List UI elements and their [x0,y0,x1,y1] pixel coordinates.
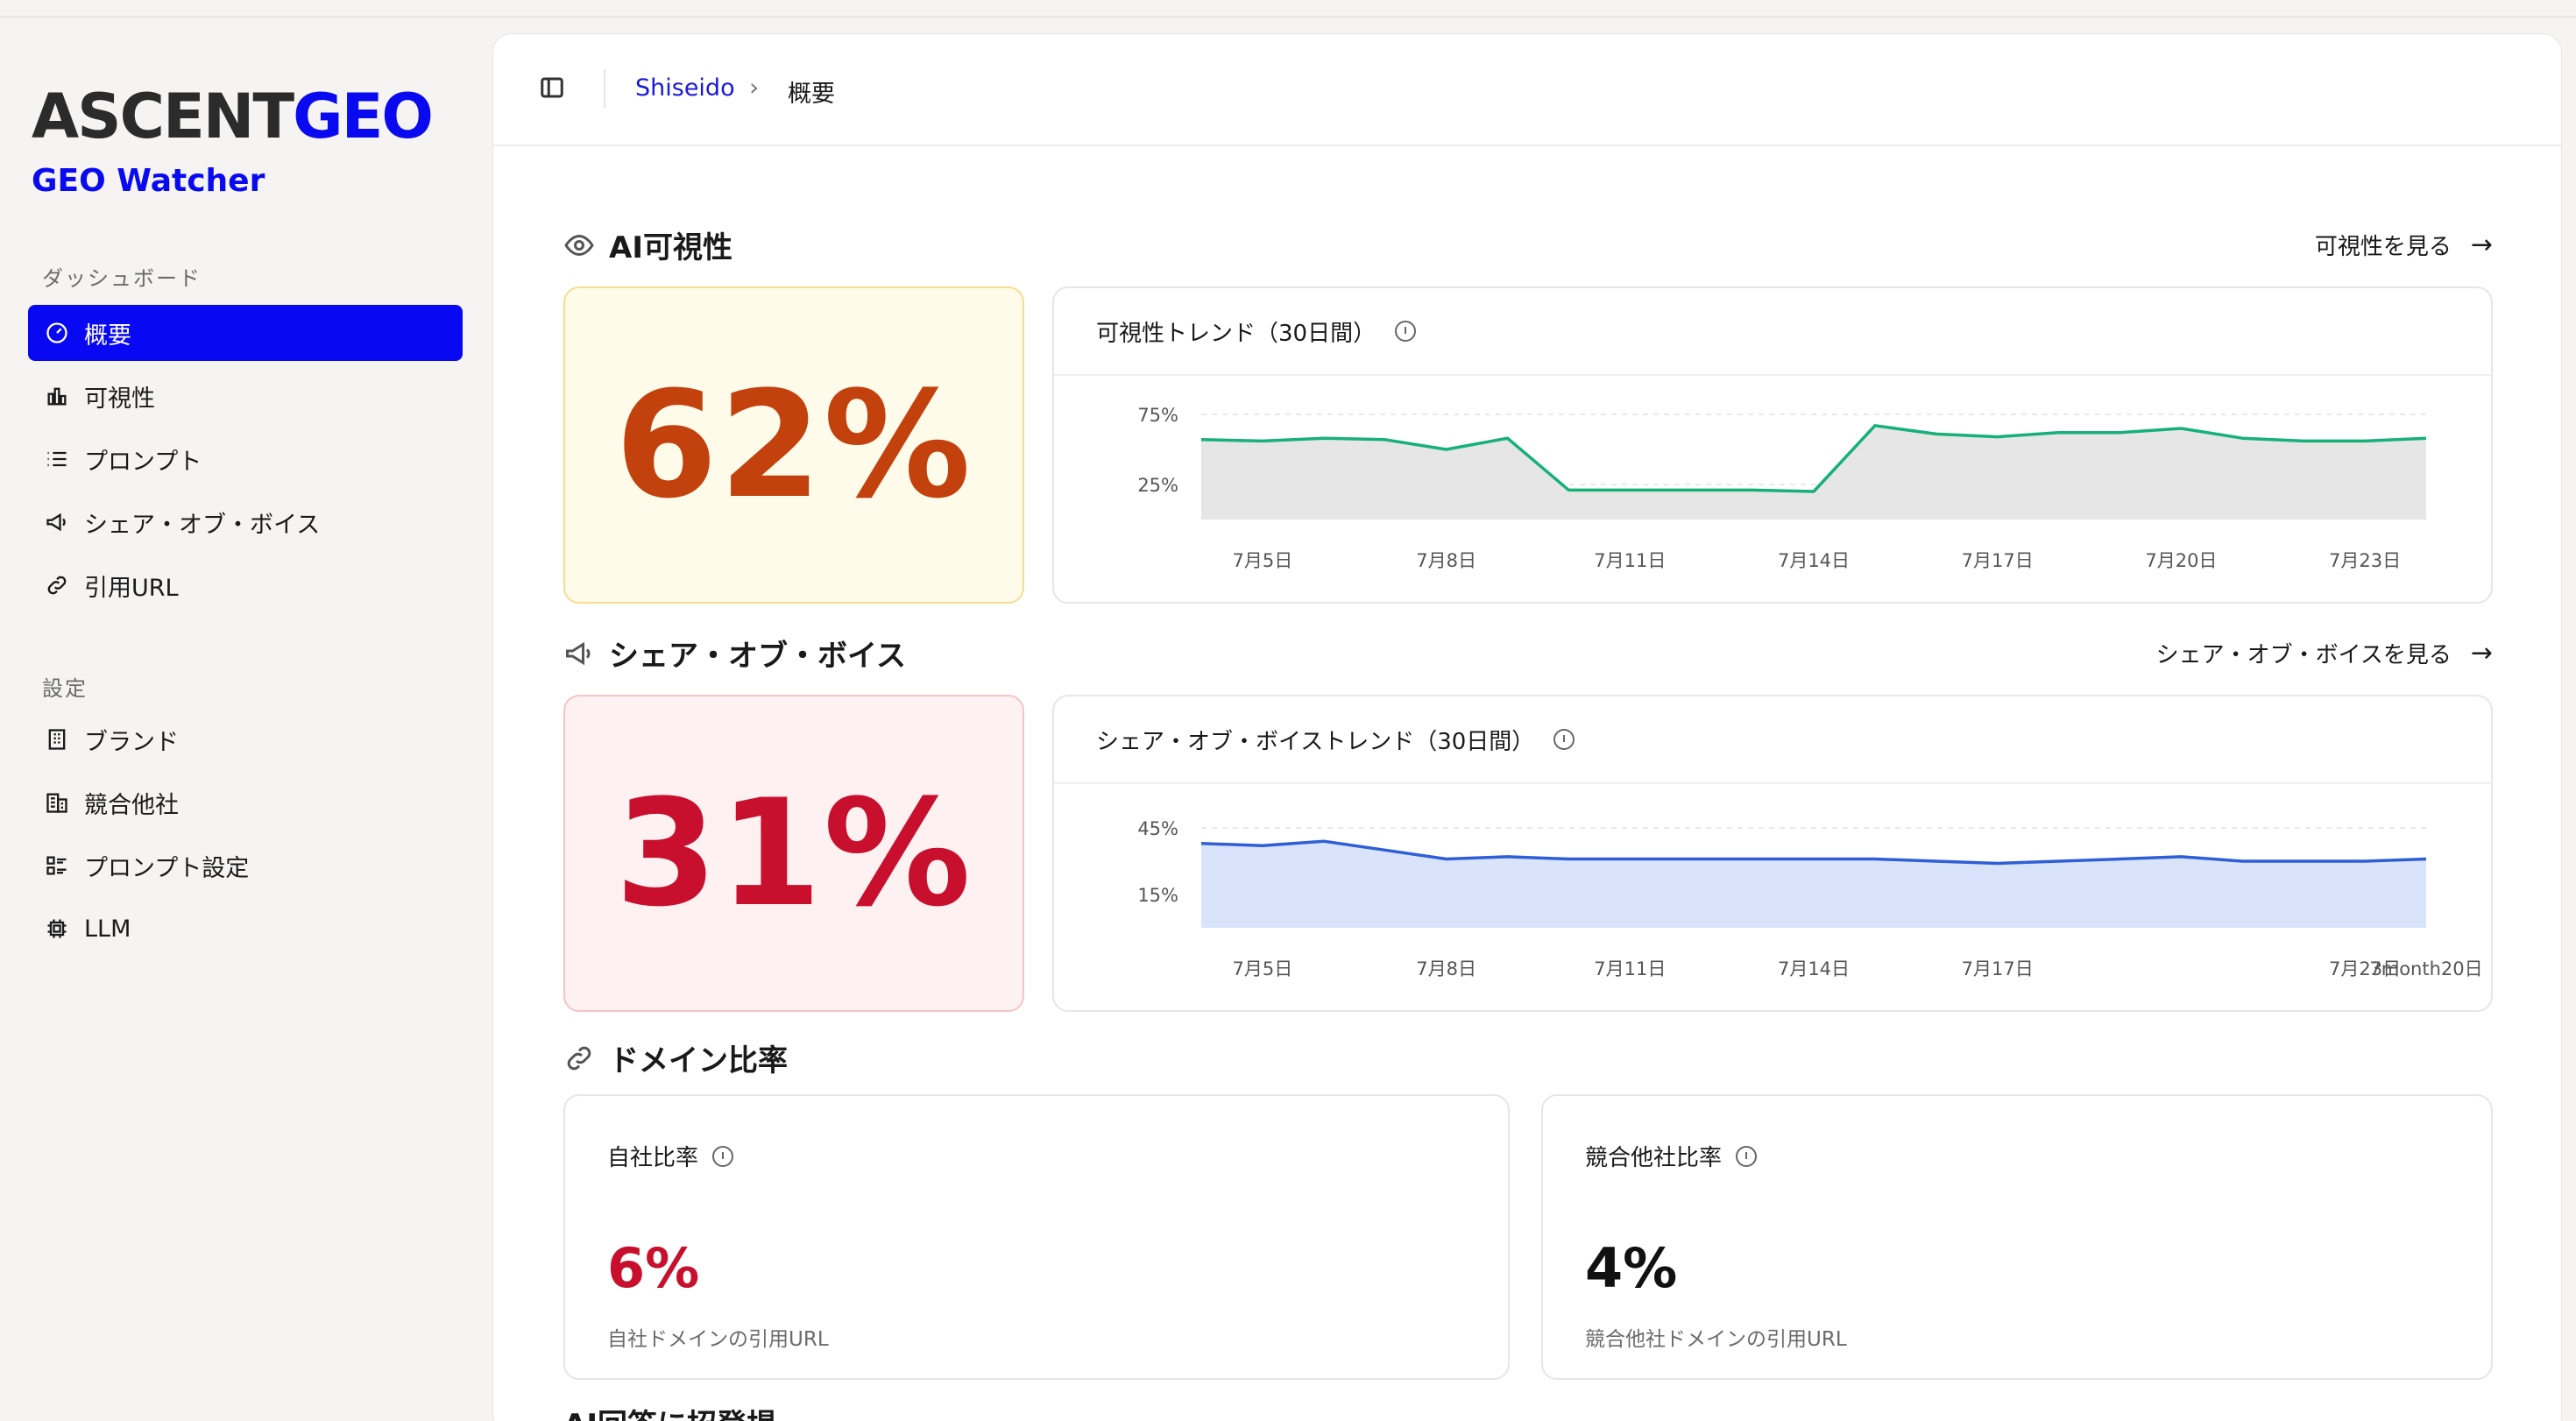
info-icon[interactable] [1553,729,1575,750]
sidebar-item-label: 概要 [84,322,131,350]
domain-section-title: ドメイン比率 [563,1036,788,1079]
x-tick-label: 7月20日 [2145,550,2217,571]
competitor-domain-label: 競合他社比率 [1585,1140,1758,1172]
sidebar-item-cited-urls[interactable]: 引用URL [28,557,463,613]
header-divider [604,69,605,108]
chart-header: 可視性トレンド（30日間） [1054,288,2491,376]
chart-title: 可視性トレンド（30日間） [1096,320,1376,347]
x-tick-label: 7月14日 [1778,550,1850,571]
competitor-domain-value: 4% [1585,1236,1678,1300]
own-domain-card: 自社比率 6% 自社ドメインの引用URL [563,1094,1510,1380]
x-tick-label: 7月11日 [1594,958,1666,979]
building-icon [44,726,70,753]
buildings-icon [44,789,70,816]
sidebar-item-brand[interactable]: ブランド [28,711,463,767]
sidebar-section-dashboard: ダッシュボード [42,266,202,291]
link-icon [567,1046,591,1070]
sidebar-item-prompt-settings[interactable]: プロンプト設定 [28,838,463,894]
chevron-right-icon: › [749,73,760,102]
next-section-title: AI回答に招登場 [563,1401,776,1421]
sidebar-item-competitors[interactable]: 競合他社 [28,774,463,831]
sidebar-item-label: シェア・オブ・ボイス [84,511,321,539]
sov-score-card: 31% [563,695,1024,1012]
sidebar-item-label: 引用URL [84,574,179,602]
breadcrumb-current: 概要 [788,81,835,108]
logo-geo-text: GEO [293,81,434,152]
sidebar-item-prompts[interactable]: プロンプト [28,431,463,487]
info-icon[interactable] [1395,321,1417,342]
megaphone-icon [44,509,70,535]
y-tick-label: 15% [1137,885,1178,906]
chart-title: シェア・オブ・ボイストレンド（30日間） [1096,728,1535,755]
y-tick-label: 45% [1137,818,1178,839]
x-tick-label: 7月14日 [1778,958,1850,979]
competitor-domain-caption: 競合他社ドメインの引用URL [1585,1328,1847,1351]
eye-icon [564,234,594,256]
info-icon[interactable] [1736,1145,1758,1167]
sov-section-title: シェア・オブ・ボイス [563,632,906,675]
chip-icon [44,916,70,942]
x-tick-label: 7月8日 [1416,958,1476,979]
app-logo[interactable]: ASCENTGEO [32,86,434,147]
link-icon [44,572,70,598]
x-tick-label: 7月11日 [1594,550,1666,571]
sidebar-item-label: ブランド [84,728,179,756]
main-content: Shiseido › 概要 AI可視性 可視性を見る → 62% 可視性トレンド（… [492,33,2562,1421]
panel-left-icon [541,77,563,98]
x-tick-label: 7月23日 [2329,958,2401,979]
sidebar-item-label: プロンプト設定 [84,854,250,882]
sidebar-item-label: 競合他社 [84,791,179,819]
sidebar-toggle-button[interactable] [539,74,569,104]
sidebar-section-settings: 設定 [42,676,88,701]
sidebar-item-label: LLM [84,915,131,943]
sidebar-item-share-of-voice[interactable]: シェア・オブ・ボイス [28,494,463,550]
logo-ascent-text: ASCENT [32,81,294,152]
sidebar-item-label: プロンプト [84,448,202,476]
sidebar-item-overview[interactable]: 概要 [28,305,463,361]
series-area [1201,841,2426,928]
visibility-section-title: AI可視性 [563,223,732,266]
x-tick-label: 7月17日 [1962,550,2034,571]
page-header: Shiseido › 概要 [493,34,2561,146]
competitor-domain-card: 競合他社比率 4% 競合他社ドメインの引用URL [1541,1094,2493,1380]
list-settings-icon [44,852,70,879]
app-subtitle: GEO Watcher [32,163,265,199]
y-tick-label: 25% [1137,475,1178,496]
arrow-right-icon: → [2470,638,2493,668]
visibility-score: 62% [614,359,973,531]
sov-trend-card: シェア・オブ・ボイストレンド（30日間） 45% 15% 7月5日 7月8日 7月11日… [1052,695,2493,1012]
view-sov-link[interactable]: シェア・オブ・ボイスを見る → [2156,637,2493,669]
visibility-trend-card: 可視性トレンド（30日間） 75% 25% 7月5日 7月8日 7月11日 7月14日 7月… [1052,286,2493,604]
gauge-icon [44,320,70,346]
megaphone-icon [566,641,591,665]
view-visibility-link[interactable]: 可視性を見る → [2315,229,2493,261]
x-tick-label: 7月8日 [1416,550,1476,571]
info-icon[interactable] [712,1145,734,1167]
visibility-trend-chart: 75% 25% 7月5日 7月8日 7月11日 7月14日 7月17日 7月20日 7月23日 [1137,405,2427,571]
visibility-score-card: 62% [563,286,1024,604]
own-domain-caption: 自社ドメインの引用URL [607,1328,829,1351]
own-domain-value: 6% [607,1236,700,1300]
y-tick-label: 75% [1137,405,1178,426]
breadcrumb-brand-link[interactable]: Shiseido [635,74,735,102]
list-icon [44,446,70,472]
x-tick-label: 7月5日 [1233,550,1293,571]
x-tick-label: 7月23日 [2329,550,2401,571]
sidebar-item-label: 可視性 [84,385,155,413]
arrow-right-icon: → [2470,230,2493,260]
sov-trend-chart: 45%15%7月5日 7月8日 7月11日 7月14日 7月17日 7month20日7月… [1137,818,2482,979]
sov-score: 31% [614,767,973,939]
x-tick-label: 7月5日 [1233,958,1293,979]
sidebar: ASCENTGEO GEO Watcher ダッシュボード 概要 可視性 プロン… [0,18,491,1421]
x-tick-label: 7月17日 [1962,958,2034,979]
bar-chart-icon [44,383,70,409]
sidebar-item-visibility[interactable]: 可視性 [28,368,463,424]
chart-header: シェア・オブ・ボイストレンド（30日間） [1054,696,2491,784]
own-domain-label: 自社比率 [607,1140,734,1172]
sidebar-item-llm[interactable]: LLM [28,901,463,957]
